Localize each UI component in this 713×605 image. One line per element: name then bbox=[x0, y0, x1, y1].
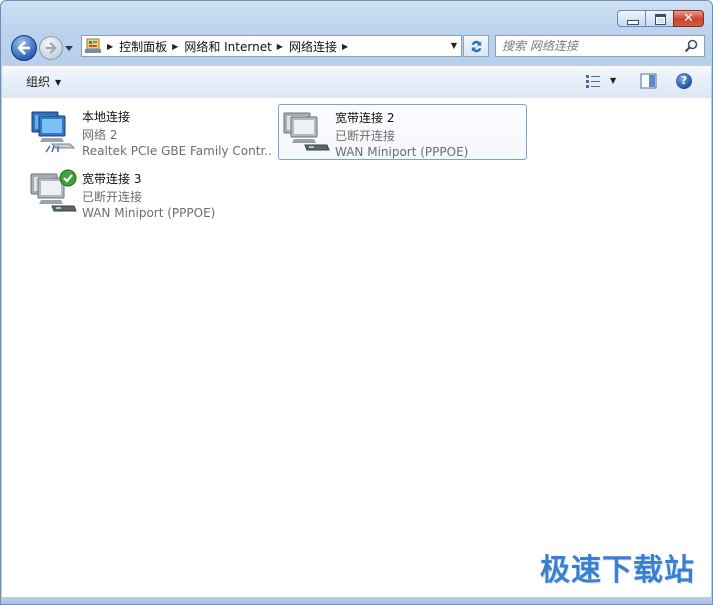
address-bar[interactable]: ▶ 控制面板 ▶ 网络和 Internet ▶ 网络连接 ▶ ▼ bbox=[81, 35, 462, 57]
connection-status: 已断开连接 bbox=[82, 190, 143, 204]
search-box[interactable] bbox=[495, 35, 705, 57]
refresh-icon bbox=[471, 40, 482, 53]
broadband-connection-icon bbox=[283, 112, 330, 151]
address-dropdown-icon[interactable]: ▼ bbox=[451, 41, 457, 50]
connection-status: 已断开连接 bbox=[335, 129, 396, 143]
control-panel-icon bbox=[84, 37, 102, 55]
list-item-broadband-connection-2[interactable]: 宽带连接 2 已断开连接 WAN Miniport (PPPOE) bbox=[278, 104, 527, 160]
connection-status: 网络 2 bbox=[82, 128, 118, 142]
close-button[interactable]: ✕ bbox=[673, 10, 704, 27]
change-view-icon[interactable] bbox=[585, 73, 603, 89]
breadcrumb-separator-icon[interactable]: ▶ bbox=[342, 42, 348, 51]
search-icon[interactable] bbox=[684, 39, 698, 53]
connections-list: 本地连接 网络 2 Realtek PCIe GBE Family Contr.… bbox=[2, 98, 711, 599]
help-icon[interactable]: ? bbox=[676, 73, 692, 89]
window-bottom-border bbox=[1, 597, 712, 604]
forward-button[interactable] bbox=[39, 36, 63, 60]
broadband-connection-icon bbox=[30, 169, 77, 212]
list-item-broadband-connection-3[interactable]: 宽带连接 3 已断开连接 WAN Miniport (PPPOE) bbox=[26, 166, 275, 222]
forward-arrow-icon bbox=[45, 42, 57, 54]
back-button[interactable] bbox=[11, 35, 37, 61]
recent-pages-dropdown-icon[interactable] bbox=[64, 43, 74, 53]
close-icon: ✕ bbox=[683, 11, 694, 26]
connection-name: 宽带连接 2 bbox=[335, 111, 395, 125]
chevron-down-icon: ▼ bbox=[55, 78, 62, 87]
explorer-window: ✕ ▶ 控制面板 ▶ 网络和 Internet ▶ 网络连接 ▶ ▼ 搜索 网络… bbox=[0, 0, 713, 605]
watermark-logo: 极速下载站 bbox=[540, 553, 695, 588]
list-item-local-connection[interactable]: 本地连接 网络 2 Realtek PCIe GBE Family Contr.… bbox=[26, 104, 275, 160]
connection-device: WAN Miniport (PPPOE) bbox=[335, 145, 469, 159]
maximize-button[interactable] bbox=[645, 10, 674, 27]
maximize-icon bbox=[655, 14, 666, 25]
preview-pane-icon[interactable] bbox=[640, 73, 657, 89]
connection-name: 宽带连接 3 bbox=[82, 172, 142, 186]
breadcrumb-separator-icon[interactable]: ▶ bbox=[107, 42, 113, 51]
caption-buttons: ✕ bbox=[617, 10, 704, 27]
organize-menu-button[interactable]: 组织 ▼ bbox=[26, 73, 61, 90]
view-options-dropdown-icon[interactable]: ▼ bbox=[610, 76, 616, 85]
organize-label: 组织 bbox=[26, 75, 51, 89]
network-adapter-icon bbox=[31, 111, 76, 153]
breadcrumb-network-connections[interactable]: 网络连接 bbox=[289, 38, 337, 55]
breadcrumb-network-internet[interactable]: 网络和 Internet bbox=[184, 38, 271, 55]
refresh-button[interactable] bbox=[463, 35, 489, 57]
breadcrumb-separator-icon[interactable]: ▶ bbox=[172, 42, 178, 51]
minimize-button[interactable] bbox=[617, 10, 646, 27]
back-arrow-icon bbox=[17, 41, 30, 55]
connection-device: WAN Miniport (PPPOE) bbox=[82, 206, 216, 220]
command-bar: 组织 ▼ ▼ ? bbox=[2, 65, 711, 99]
connection-name: 本地连接 bbox=[82, 110, 131, 124]
breadcrumb-control-panel[interactable]: 控制面板 bbox=[119, 38, 167, 55]
connection-device: Realtek PCIe GBE Family Contr... bbox=[82, 144, 272, 158]
minimize-icon bbox=[627, 20, 639, 25]
search-input[interactable] bbox=[502, 38, 682, 54]
breadcrumb-separator-icon[interactable]: ▶ bbox=[277, 42, 283, 51]
